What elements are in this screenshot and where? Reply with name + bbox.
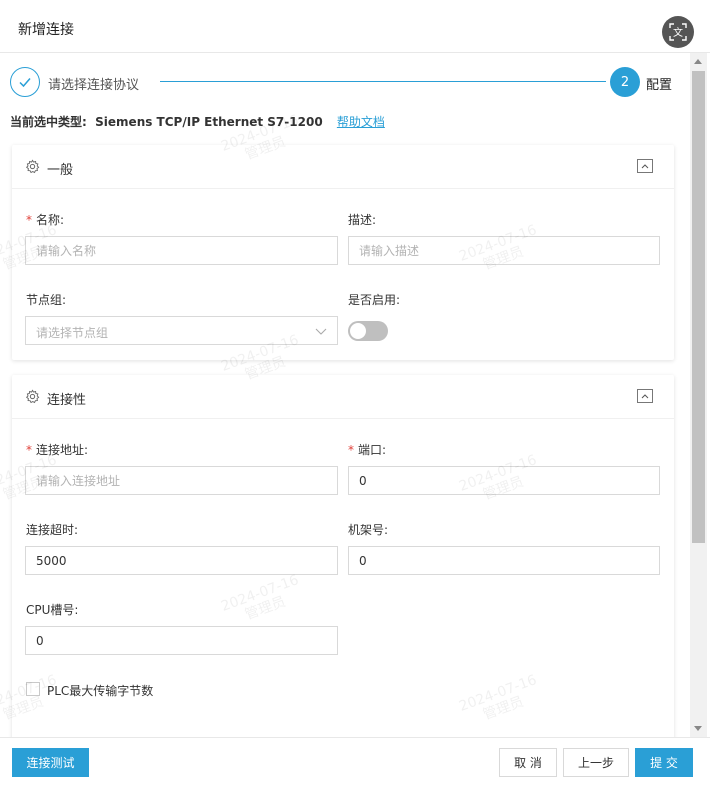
rack-label: 机架号:	[348, 523, 389, 537]
cpu-slot-label: CPU槽号:	[26, 603, 79, 617]
rack-input[interactable]	[348, 546, 660, 575]
general-section-title: 一般	[47, 163, 74, 178]
node-group-placeholder: 请选择节点组	[36, 326, 109, 340]
chevron-up-icon	[641, 164, 649, 169]
chevron-down-icon	[315, 328, 327, 335]
general-section-header: 一般	[12, 145, 674, 189]
scroll-up-arrow[interactable]	[694, 59, 702, 64]
address-input[interactable]	[25, 466, 338, 495]
timeout-input[interactable]	[25, 546, 338, 575]
prev-step-button[interactable]: 上一步	[563, 748, 629, 777]
connection-test-button[interactable]: 连接测试	[12, 748, 89, 777]
step-connector	[160, 81, 606, 82]
chevron-up-icon	[641, 394, 649, 399]
connectivity-section-header: 连接性	[12, 375, 674, 419]
toggle-knob	[350, 323, 366, 339]
general-section: 一般 *名称: 描述: 节点组: 请选择节点组 是否启用:	[12, 145, 674, 360]
gear-icon	[25, 159, 40, 174]
steps-bar: 请选择连接协议 2 配置	[10, 67, 676, 97]
port-label: * 端口:	[348, 443, 387, 457]
general-collapse-button[interactable]	[637, 159, 653, 173]
selected-type-text: 当前选中类型: Siemens TCP/IP Ethernet S7-1200	[10, 115, 323, 129]
enabled-label: 是否启用:	[348, 293, 401, 307]
address-label: * 连接地址:	[26, 443, 89, 457]
help-doc-link[interactable]: 帮助文档	[337, 115, 385, 129]
dialog-header: 新增连接 文	[0, 0, 710, 53]
vertical-scrollbar[interactable]	[690, 53, 707, 737]
translate-icon: 文	[669, 23, 687, 41]
enabled-toggle[interactable]	[348, 321, 388, 341]
plc-max-bytes-label: PLC最大传输字节数	[47, 684, 154, 698]
translate-button[interactable]: 文	[662, 16, 694, 48]
connectivity-collapse-button[interactable]	[637, 389, 653, 403]
timeout-label: 连接超时:	[26, 523, 79, 537]
selected-type-row: 当前选中类型: Siemens TCP/IP Ethernet S7-1200 …	[10, 113, 385, 130]
dialog-body: 请选择连接协议 2 配置 当前选中类型: Siemens TCP/IP Ethe…	[0, 53, 690, 737]
port-input[interactable]	[348, 466, 660, 495]
step1-check	[10, 67, 40, 97]
scroll-down-arrow[interactable]	[694, 726, 702, 731]
check-icon	[19, 78, 31, 88]
connectivity-section-title: 连接性	[47, 393, 87, 408]
description-input[interactable]	[348, 236, 660, 265]
name-input[interactable]	[25, 236, 338, 265]
cancel-button[interactable]: 取 消	[499, 748, 557, 777]
cpu-slot-input[interactable]	[25, 626, 338, 655]
connectivity-section: 连接性 *连接地址: *端口: 连接超时: 机架号: CPU槽号: PLC最大传…	[12, 375, 674, 737]
node-group-select[interactable]: 请选择节点组	[25, 316, 338, 345]
gear-icon	[25, 389, 40, 404]
svg-text:文: 文	[673, 26, 683, 39]
node-group-label: 节点组:	[26, 293, 67, 307]
step2-label: 配置	[646, 78, 673, 93]
dialog-title: 新增连接	[18, 22, 74, 38]
step2-number: 2	[610, 67, 640, 97]
name-label: * 名称:	[26, 213, 65, 227]
dialog-footer: 连接测试 取 消 上一步 提 交	[0, 737, 710, 788]
scroll-thumb[interactable]	[692, 71, 705, 543]
submit-button[interactable]: 提 交	[635, 748, 693, 777]
step1-label: 请选择连接协议	[48, 78, 140, 93]
plc-max-bytes-checkbox[interactable]	[26, 682, 40, 696]
desc-label: 描述:	[348, 213, 377, 227]
